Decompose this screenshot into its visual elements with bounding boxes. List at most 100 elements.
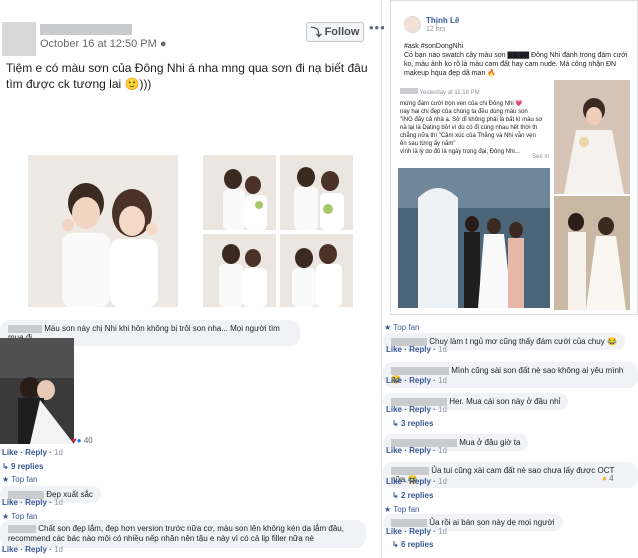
comment-time[interactable]: 1d [54, 498, 63, 507]
right-comment-5-actions: Like · Reply · 1d [386, 477, 447, 486]
post-photo-2[interactable] [203, 155, 276, 230]
comment-2-actions: Like · Reply · 1d [2, 498, 63, 507]
like-link[interactable]: Like [2, 498, 18, 507]
comment-text: Her. Mua cái son này ở đâu nhỉ [449, 397, 561, 406]
reply-link[interactable]: Reply [25, 498, 47, 507]
reply-link[interactable]: Reply [409, 477, 431, 486]
comment-time[interactable]: 1d [438, 477, 447, 486]
comment-text: Chất son đẹp lắm, đẹp hơn version trước … [8, 524, 344, 543]
commenter-name-redacted[interactable] [8, 324, 42, 333]
reply-link[interactable]: Reply [409, 376, 431, 385]
right-comment-2-actions: Like · Reply · 1d [386, 376, 447, 385]
like-link[interactable]: Like [386, 477, 402, 486]
globe-icon: ● [159, 38, 167, 50]
shared-time: Yesterday at 11:18 PM [419, 90, 480, 96]
reply-link[interactable]: Reply [409, 405, 431, 414]
post-photo-3[interactable] [280, 155, 353, 230]
reply-link[interactable]: Reply [409, 527, 431, 536]
reply-arrow-icon: ↳ [2, 462, 9, 471]
poster-name-redacted[interactable] [40, 24, 132, 35]
comment-time[interactable]: 1d [54, 448, 63, 457]
post-timestamp[interactable]: October 16 at 12:50 PM ● [40, 38, 167, 50]
comment-time[interactable]: 1d [438, 446, 447, 455]
photo-2-illustration [203, 155, 276, 230]
follow-label: Follow [324, 26, 360, 38]
commenter-name-redacted[interactable] [391, 518, 427, 527]
reply-link[interactable]: Reply [409, 446, 431, 455]
like-reaction-icon: ● [76, 436, 82, 445]
shared-photo-bride[interactable] [554, 80, 630, 194]
like-link[interactable]: Like [386, 376, 402, 385]
commenter-name-redacted[interactable] [391, 466, 429, 475]
right-post-text: #ask #sonDongNhi Có bạn nào swatch cây m… [404, 43, 628, 77]
comment-time[interactable]: 1d [438, 376, 447, 385]
shared-name-redacted[interactable] [400, 88, 418, 94]
post-photo-main[interactable] [28, 155, 178, 307]
follow-icon: ⤵ [310, 27, 322, 39]
post-photo-5[interactable] [280, 234, 353, 307]
photo-4-illustration [203, 234, 276, 307]
couple-photo-illustration [28, 155, 178, 307]
shared-avatar-row: Yesterday at 11:18 PM [400, 88, 480, 96]
follow-button[interactable]: ⤵ Follow [306, 22, 364, 42]
right-comment-4-actions: Like · Reply · 1d [386, 446, 447, 455]
bride-illustration [554, 80, 630, 194]
comment-time[interactable]: 1d [438, 527, 447, 536]
right-comment-6-actions: Like · Reply · 1d [386, 527, 447, 536]
like-link[interactable]: Like [386, 446, 402, 455]
right-poster-name[interactable]: Thịnh Lê [426, 16, 459, 25]
right-comment-3-replies[interactable]: ↳ 3 replies [392, 419, 433, 428]
comment-1-replies[interactable]: ↳ 9 replies [2, 462, 43, 471]
reaction-icons: ● [602, 474, 607, 483]
right-comment-6-replies[interactable]: ↳ 6 replies [392, 540, 433, 549]
right-comment-5-reactions[interactable]: ● 4 [602, 474, 614, 483]
comment-1-reactions[interactable]: ♥● 40 [72, 436, 93, 445]
like-link[interactable]: Like [386, 345, 402, 354]
top-fan-icon: ★ [2, 475, 10, 484]
comment-text: Mua ở đâu giờ ta [459, 438, 521, 447]
photo-5-illustration [280, 234, 353, 307]
reply-link[interactable]: Reply [25, 448, 47, 457]
right-poster-avatar[interactable] [404, 16, 421, 33]
comment-text: Ủa rồi ai bán son này dẹ mọi người [429, 518, 555, 527]
more-options-icon[interactable]: ••• [369, 20, 386, 35]
comment-1-actions: Like · Reply · 1d [2, 448, 63, 457]
comment-3-actions: Like · Reply · 1d [2, 545, 63, 554]
like-link[interactable]: Like [2, 448, 18, 457]
shared-photo-couple[interactable] [554, 196, 630, 310]
reply-link[interactable]: Reply [25, 545, 47, 554]
like-link[interactable]: Like [386, 527, 402, 536]
right-post-time[interactable]: 12 hrs [426, 26, 445, 33]
comment-time[interactable]: 1d [438, 345, 447, 354]
top-fan-badge: ★ Top fan [2, 475, 38, 484]
comment-bubble: Chất son đẹp lắm, đẹp hơn version trước … [0, 520, 366, 548]
reply-arrow-icon: ↳ [392, 419, 399, 428]
comment-3: Chất son đẹp lắm, đẹp hơn version trước … [0, 520, 370, 548]
wedding-kiss-illustration [0, 338, 74, 444]
poster-avatar[interactable] [2, 22, 36, 56]
reaction-count: 4 [609, 474, 614, 483]
shared-photo-wedding[interactable] [398, 168, 550, 308]
right-comment-3-actions: Like · Reply · 1d [386, 405, 447, 414]
replies-label: 9 replies [10, 462, 44, 471]
wedding-group-illustration [398, 168, 550, 308]
see-more-link[interactable]: See m [532, 154, 549, 160]
comment-time[interactable]: 1d [54, 545, 63, 554]
post-text: Tiệm e có màu sơn của Đông Nhi á nha mng… [6, 61, 368, 91]
reply-link[interactable]: Reply [409, 345, 431, 354]
comment-time[interactable]: 1d [438, 405, 447, 414]
like-link[interactable]: Like [2, 545, 18, 554]
commenter-name-redacted[interactable] [8, 524, 36, 533]
replies-label: 6 replies [400, 540, 434, 549]
post-photo-4[interactable] [203, 234, 276, 307]
comment-text: Chuy làm t ngủ mơ cũng thấy đám cưới của… [429, 337, 617, 346]
replies-label: 3 replies [400, 419, 434, 428]
post-date-text[interactable]: October 16 at 12:50 PM [40, 38, 157, 50]
commenter-name-redacted[interactable] [391, 366, 449, 375]
like-link[interactable]: Like [386, 405, 402, 414]
main-post-panel: October 16 at 12:50 PM ● ⤵ Follow ••• Ti… [0, 0, 385, 558]
reply-arrow-icon: ↳ [392, 491, 399, 500]
comment-1-photo[interactable] [0, 338, 74, 444]
right-comment-5-replies[interactable]: ↳ 2 replies [392, 491, 433, 500]
shared-text: mừng đám cưới trọn vẹn của chị Đông Nhi … [400, 101, 543, 155]
